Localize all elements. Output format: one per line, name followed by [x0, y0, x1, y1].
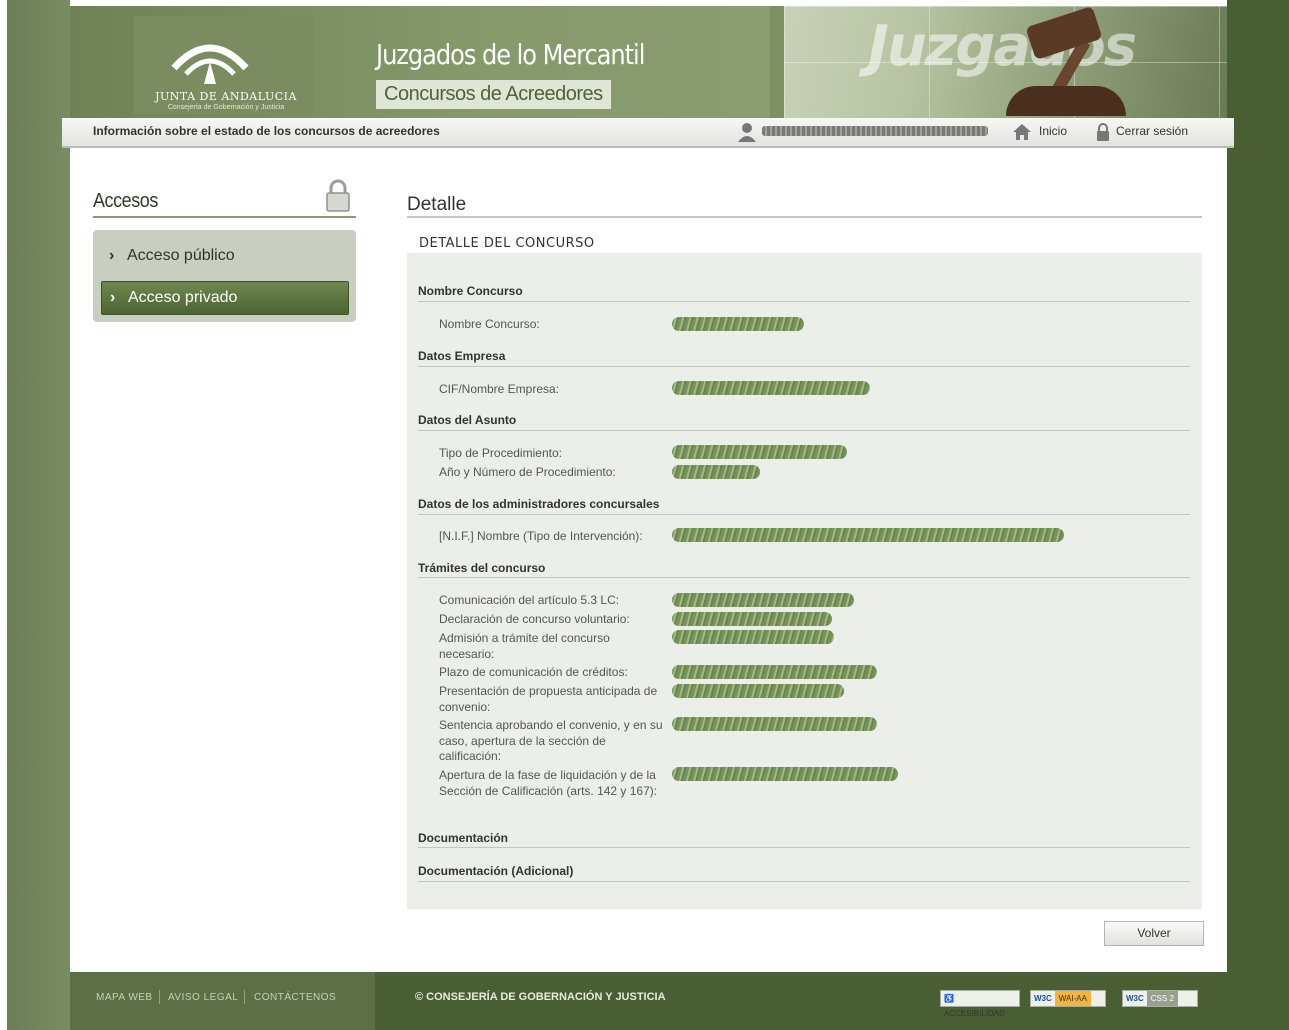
detail-panel [407, 253, 1202, 909]
home-icon[interactable] [1012, 123, 1032, 141]
field-value-redacted [672, 593, 854, 607]
site-subtitle: Concursos de Acreedores [376, 80, 611, 109]
site-header: JUNTA DE ANDALUCIA Consejería de Goberna… [70, 6, 1227, 118]
title-underline [407, 216, 1202, 218]
field-value-redacted [672, 317, 804, 331]
field-value-redacted [672, 665, 877, 679]
field-label: Declaración de concurso voluntario: [439, 612, 630, 626]
section-divider [418, 514, 1190, 515]
section-divider [418, 301, 1190, 302]
field-value-redacted [672, 381, 870, 395]
info-bar: Información sobre el estado de los concu… [62, 118, 1234, 148]
site-title: Juzgados de lo Mercantil [376, 38, 645, 71]
sidebar-item-label: Acceso privado [128, 289, 238, 306]
section-divider [418, 847, 1190, 848]
field-value-redacted [672, 630, 834, 644]
logo-text: JUNTA DE ANDALUCIA [155, 90, 297, 103]
sidebar-item-acceso-publico[interactable]: › Acceso público [101, 240, 347, 272]
field-label: Nombre Concurso: [439, 317, 540, 331]
section-heading: Documentación (Adicional) [418, 864, 574, 878]
section-divider [418, 366, 1190, 367]
sidebar-item-acceso-privado[interactable]: › Acceso privado [101, 281, 349, 315]
footer-link-aviso-legal[interactable]: AVISO LEGAL [168, 992, 238, 1003]
lock-icon[interactable] [1096, 122, 1110, 142]
field-label: [N.I.F.] Nombre (Tipo de Intervención): [439, 529, 643, 543]
field-label: Admisión a trámite del concurso necesari… [439, 631, 610, 661]
sidebar-title-underline [93, 216, 356, 218]
field-label: Comunicación del artículo 5.3 LC: [439, 593, 620, 607]
user-name-redacted [762, 126, 988, 136]
page-title: Detalle [407, 194, 467, 215]
field-value-redacted [672, 445, 847, 459]
field-value-redacted [672, 767, 898, 781]
section-heading: Datos del Asunto [418, 413, 517, 427]
logo-subtext: Consejería de Gobernación y Justicia [167, 104, 285, 111]
field-value-redacted [672, 612, 832, 626]
footer-link-mapa-web[interactable]: MAPA WEB [96, 992, 153, 1003]
user-icon [738, 123, 756, 142]
section-subtitle: DETALLE DEL CONCURSO [419, 236, 595, 251]
field-label: Sentencia aprobando el convenio, y en su… [439, 718, 663, 763]
section-heading: Nombre Concurso [418, 284, 523, 298]
field-label: Tipo de Procedimiento: [439, 446, 562, 460]
section-heading: Documentación [418, 831, 509, 845]
field-label: Plazo de comunicación de créditos: [439, 665, 628, 679]
left-background [0, 0, 70, 1030]
chevron-right-icon: › [109, 247, 115, 264]
section-divider [418, 430, 1190, 431]
sidebar-item-label: Acceso público [127, 247, 235, 264]
section-divider [418, 881, 1190, 882]
field-label: Apertura de la fase de liquidación y de … [439, 768, 658, 798]
logout-link[interactable]: Cerrar sesión [1116, 124, 1188, 138]
padlock-icon [326, 179, 350, 212]
field-label: CIF/Nombre Empresa: [439, 382, 560, 396]
access-menu: › Acceso público › Acceso privado [93, 230, 356, 322]
field-value-redacted [672, 684, 844, 698]
field-label: Año y Número de Procedimiento: [439, 465, 616, 479]
header-banner-image: Juzgados [784, 6, 1227, 118]
volver-button[interactable]: Volver [1104, 921, 1204, 946]
footer-link-contactenos[interactable]: CONTÁCTENOS [254, 992, 336, 1003]
inicio-link[interactable]: Inicio [1039, 124, 1067, 138]
accessibility-icon: ♿ [944, 994, 954, 1003]
css2-badge[interactable]: W3C CSS 2 [1122, 990, 1198, 1007]
section-heading: Datos de los administradores concursales [418, 497, 660, 511]
field-value-redacted [672, 717, 877, 731]
footer-copyright: © CONSEJERÍA DE GOBERNACIÓN Y JUSTICIA [415, 991, 666, 1003]
right-background [1227, 0, 1289, 1030]
page: JUNTA DE ANDALUCIA Consejería de Goberna… [0, 0, 1289, 1030]
accessibility-badge[interactable]: ♿ ACCESIBILIDAD [940, 990, 1020, 1018]
chevron-right-icon: › [110, 289, 116, 306]
section-heading: Trámites del concurso [418, 561, 546, 575]
left-edge [0, 0, 7, 1030]
field-value-redacted [672, 465, 760, 479]
section-divider [418, 577, 1190, 578]
section-heading: Datos Empresa [418, 349, 506, 363]
field-value-redacted [672, 528, 1064, 542]
wai-aa-badge[interactable]: W3C WAI-AA [1030, 990, 1106, 1007]
info-text: Información sobre el estado de los concu… [93, 124, 440, 138]
field-label: Presentación de propuesta anticipada de … [439, 684, 658, 714]
sidebar-title: Accesos [93, 190, 158, 212]
